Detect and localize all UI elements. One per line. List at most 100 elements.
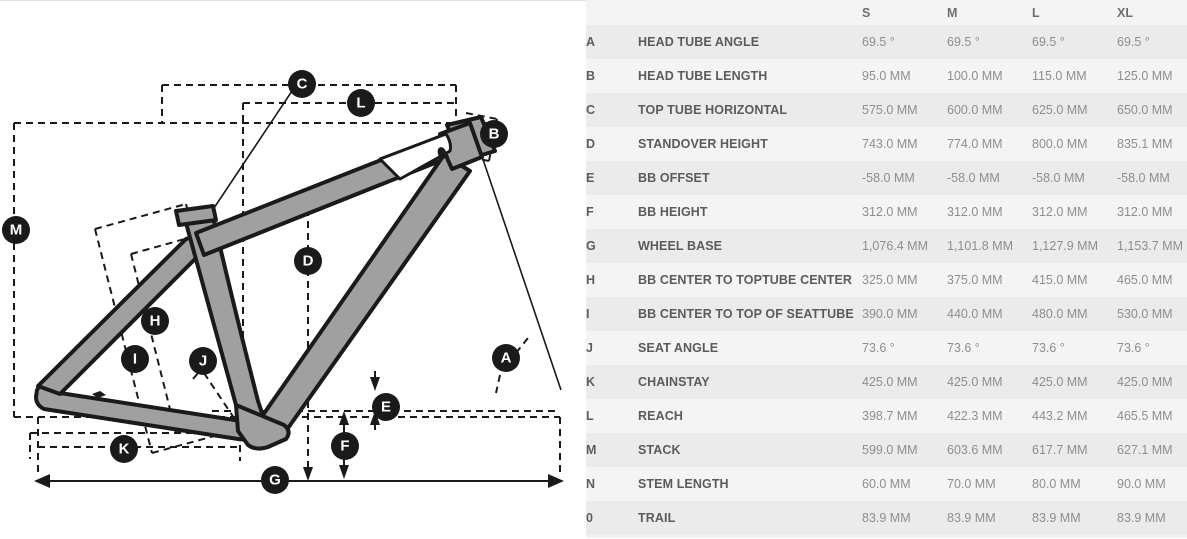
header-label [638, 0, 862, 25]
row-value-l: 443.2 MM [1032, 399, 1117, 433]
row-key: H [586, 263, 638, 297]
table-row: I BB CENTER TO TOP OF SEATTUBE 390.0 MM 440… [586, 297, 1187, 331]
row-value-xl: 83.9 MM [1117, 501, 1187, 535]
row-value-xl: 530.0 MM [1117, 297, 1187, 331]
row-value-s: 95.0 MM [862, 59, 947, 93]
seat-stay [36, 231, 212, 396]
row-value-s: 83.9 MM [862, 501, 947, 535]
row-value-m: 603.6 MM [947, 433, 1032, 467]
table-row: H BB CENTER TO TOPTUBE CENTER 325.0 MM 375.… [586, 263, 1187, 297]
row-value-m: 425.0 MM [947, 365, 1032, 399]
callout-B-label: B [489, 126, 500, 143]
table-header: S M L XL [586, 0, 1187, 25]
row-value-xl: 312.0 MM [1117, 195, 1187, 229]
table-row: K CHAINSTAY 425.0 MM 425.0 MM 425.0 MM 425.0 … [586, 365, 1187, 399]
row-value-l: 1,127.9 MM [1032, 229, 1117, 263]
row-value-s: 575.0 MM [862, 93, 947, 127]
row-key: G [586, 229, 638, 263]
callout-L: L [347, 89, 375, 117]
callout-A-label: A [501, 350, 512, 367]
row-value-m: 312.0 MM [947, 195, 1032, 229]
table-row: G WHEEL BASE 1,076.4 MM 1,101.8 MM 1,127.9 M… [586, 229, 1187, 263]
row-key: I [586, 297, 638, 331]
row-value-s: 60.0 MM [862, 467, 947, 501]
row-value-m: 422.3 MM [947, 399, 1032, 433]
row-value-xl: 1,153.7 MM [1117, 229, 1187, 263]
row-value-xl: 465.5 MM [1117, 399, 1187, 433]
table-row: D STANDOVER HEIGHT 743.0 MM 774.0 MM 800.0 M… [586, 127, 1187, 161]
row-key: J [586, 331, 638, 365]
callout-F-label: F [340, 438, 349, 455]
row-value-l: 69.5 ° [1032, 25, 1117, 59]
callout-I: I [121, 345, 149, 373]
geometry-table-panel: S M L XL A HEAD TUBE ANGLE 69.5 ° 69.5 ° 69.… [586, 0, 1187, 538]
header-size-s: S [862, 0, 947, 25]
row-label: TRAIL [638, 501, 862, 535]
seattube-box-top [94, 203, 187, 230]
callout-J: J [189, 347, 217, 375]
row-value-xl: -58.0 MM [1117, 161, 1187, 195]
table-row: 0 TRAIL 83.9 MM 83.9 MM 83.9 MM 83.9 MM [586, 501, 1187, 535]
row-value-l: 800.0 MM [1032, 127, 1117, 161]
row-value-l: 83.9 MM [1032, 501, 1117, 535]
row-key: E [586, 161, 638, 195]
callout-A: A [492, 344, 520, 372]
head-angle-leader-lower [495, 374, 501, 394]
row-value-l: 115.0 MM [1032, 59, 1117, 93]
row-value-m: -58.0 MM [947, 161, 1032, 195]
row-label: STEM LENGTH [638, 467, 862, 501]
row-value-xl: 73.6 ° [1117, 331, 1187, 365]
table-row: B HEAD TUBE LENGTH 95.0 MM 100.0 MM 115.0 MM… [586, 59, 1187, 93]
row-value-l: 73.6 ° [1032, 331, 1117, 365]
row-value-s: -58.0 MM [862, 161, 947, 195]
row-label: WHEEL BASE [638, 229, 862, 263]
callout-H-label: H [150, 313, 161, 330]
row-key: B [586, 59, 638, 93]
row-label: BB CENTER TO TOPTUBE CENTER [638, 263, 862, 297]
row-label: STANDOVER HEIGHT [638, 127, 862, 161]
row-value-s: 743.0 MM [862, 127, 947, 161]
row-value-l: 415.0 MM [1032, 263, 1117, 297]
frame-geometry-diagram: A B C D E F G H I J K L M [0, 0, 586, 538]
row-key: 0 [586, 501, 638, 535]
row-value-xl: 465.0 MM [1117, 263, 1187, 297]
row-label: TOP TUBE HORIZONTAL [638, 93, 862, 127]
geometry-page: A B C D E F G H I J K L M S M L XL A HEA… [0, 0, 1187, 538]
row-value-s: 599.0 MM [862, 433, 947, 467]
callout-G: G [261, 466, 289, 494]
wheelbase-arrow-right [548, 474, 564, 488]
callout-H: H [141, 307, 169, 335]
callout-M-label: M [10, 222, 23, 239]
row-label: SEAT ANGLE [638, 331, 862, 365]
bb-height-arrow-down [339, 465, 349, 479]
table-body: A HEAD TUBE ANGLE 69.5 ° 69.5 ° 69.5 ° 69.5 °… [586, 25, 1187, 535]
header-size-l: L [1032, 0, 1117, 25]
diagram-canvas: A B C D E F G H I J K L M [2, 70, 564, 494]
row-label: HEAD TUBE LENGTH [638, 59, 862, 93]
row-key: F [586, 195, 638, 229]
table-row: J SEAT ANGLE 73.6 ° 73.6 ° 73.6 ° 73.6 ° [586, 331, 1187, 365]
callout-J-label: J [199, 353, 207, 370]
row-value-xl: 627.1 MM [1117, 433, 1187, 467]
row-key: C [586, 93, 638, 127]
row-label: BB OFFSET [638, 161, 862, 195]
row-value-m: 70.0 MM [947, 467, 1032, 501]
callout-E-label: E [381, 399, 391, 416]
standover-arrow-head-bottom [303, 467, 313, 481]
row-value-s: 73.6 ° [862, 331, 947, 365]
wheelbase-arrow-left [34, 474, 50, 488]
row-value-m: 69.5 ° [947, 25, 1032, 59]
row-value-s: 312.0 MM [862, 195, 947, 229]
row-key: D [586, 127, 638, 161]
bicycle-frame [34, 115, 497, 451]
row-value-xl: 125.0 MM [1117, 59, 1187, 93]
seat-tube-collar [174, 204, 218, 227]
row-value-s: 1,076.4 MM [862, 229, 947, 263]
row-label: BB HEIGHT [638, 195, 862, 229]
table-row: F BB HEIGHT 312.0 MM 312.0 MM 312.0 MM 312.0 … [586, 195, 1187, 229]
callout-K: K [110, 435, 138, 463]
row-label: BB CENTER TO TOP OF SEATTUBE [638, 297, 862, 331]
row-value-l: 617.7 MM [1032, 433, 1117, 467]
table-row: C TOP TUBE HORIZONTAL 575.0 MM 600.0 MM 625.… [586, 93, 1187, 127]
callout-C-label: C [297, 76, 308, 93]
